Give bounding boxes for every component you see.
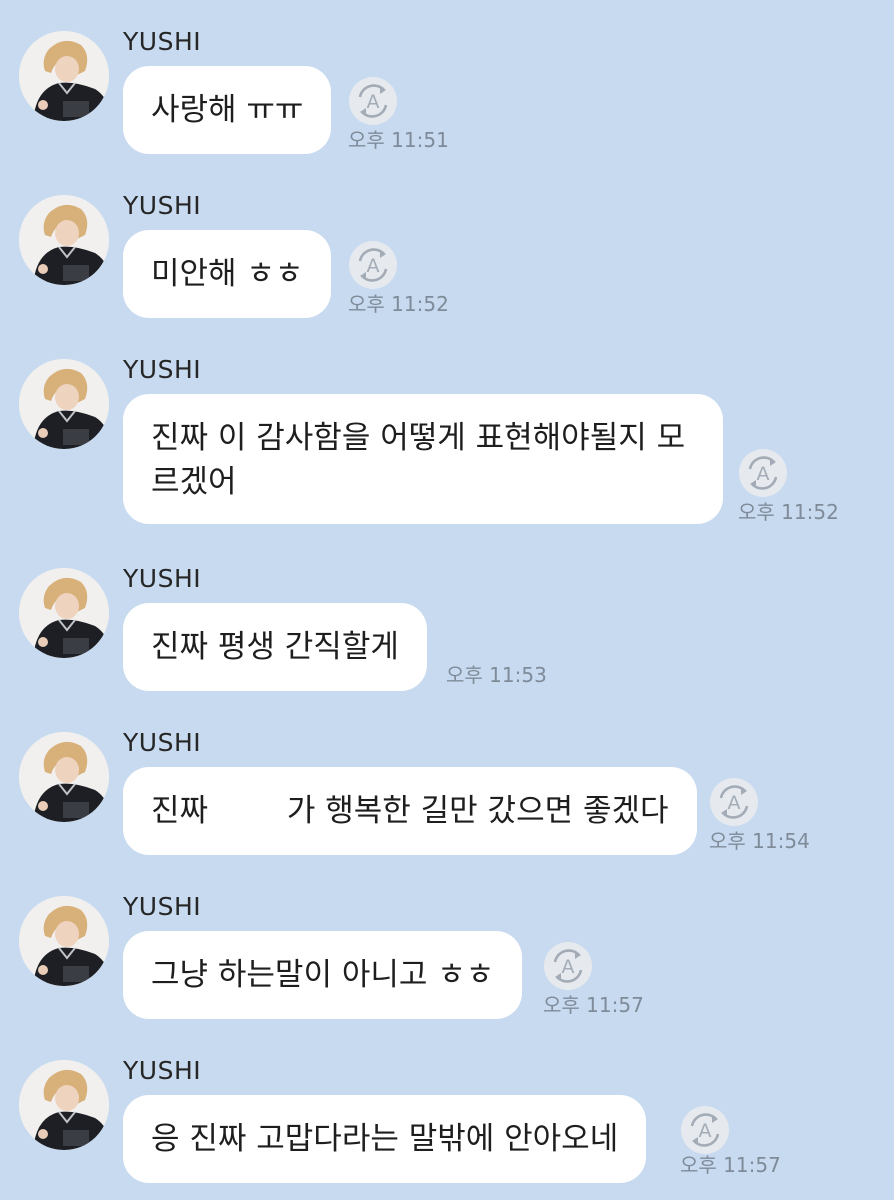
- message-bubble[interactable]: 그냥 하는말이 아니고 ㅎㅎ: [123, 931, 523, 1019]
- sender-name: YUSHI: [123, 191, 202, 220]
- chat-message: YUSHI 진짜 평생 간직할게 오후 11:53: [0, 537, 894, 697]
- chat-message: YUSHI 사랑해 ㅠㅠ A 오후 11:51: [0, 0, 894, 160]
- message-bubble[interactable]: 진짜 평생 간직할게: [123, 603, 427, 691]
- timestamp: 오후 11:51: [348, 128, 449, 152]
- avatar[interactable]: [19, 31, 109, 121]
- translate-icon[interactable]: A: [738, 448, 788, 498]
- sender-name: YUSHI: [123, 892, 202, 921]
- sender-name: YUSHI: [123, 728, 202, 757]
- translate-icon[interactable]: A: [348, 76, 398, 126]
- translate-icon[interactable]: A: [680, 1105, 730, 1155]
- svg-text:A: A: [699, 1120, 712, 1142]
- avatar[interactable]: [19, 568, 109, 658]
- avatar[interactable]: [19, 732, 109, 822]
- svg-text:A: A: [367, 255, 380, 277]
- timestamp: 오후 11:52: [348, 292, 449, 316]
- chat-message: YUSHI 진짜 가 행복한 길만 갔으면 좋겠다 A 오후 11:54: [0, 701, 894, 861]
- sender-name: YUSHI: [123, 1056, 202, 1085]
- chat-message: YUSHI 응 진짜 고맙다라는 말밖에 안아오네 A 오후 11:57: [0, 1029, 894, 1197]
- timestamp: 오후 11:54: [709, 829, 810, 853]
- message-bubble[interactable]: 진짜 이 감사함을 어떻게 표현해야될지 모 르겠어: [123, 394, 723, 524]
- svg-text:A: A: [728, 792, 741, 814]
- message-bubble[interactable]: 미안해 ㅎㅎ: [123, 230, 332, 318]
- translate-icon[interactable]: A: [709, 777, 759, 827]
- svg-text:A: A: [367, 91, 380, 113]
- timestamp: 오후 11:53: [446, 663, 547, 687]
- timestamp: 오후 11:57: [680, 1153, 781, 1177]
- translate-icon[interactable]: A: [348, 240, 398, 290]
- avatar[interactable]: [19, 359, 109, 449]
- timestamp: 오후 11:57: [543, 993, 644, 1017]
- translate-icon[interactable]: A: [543, 941, 593, 991]
- avatar[interactable]: [19, 195, 109, 285]
- message-bubble[interactable]: 응 진짜 고맙다라는 말밖에 안아오네: [123, 1095, 647, 1183]
- timestamp: 오후 11:52: [738, 500, 839, 524]
- svg-text:A: A: [757, 463, 770, 485]
- sender-name: YUSHI: [123, 564, 202, 593]
- avatar[interactable]: [19, 1060, 109, 1150]
- avatar[interactable]: [19, 896, 109, 986]
- sender-name: YUSHI: [123, 27, 202, 56]
- sender-name: YUSHI: [123, 355, 202, 384]
- message-bubble[interactable]: 사랑해 ㅠㅠ: [123, 66, 332, 154]
- svg-text:A: A: [562, 956, 575, 978]
- chat-message: YUSHI 미안해 ㅎㅎ A 오후 11:52: [0, 164, 894, 324]
- message-bubble[interactable]: 진짜 가 행복한 길만 갔으면 좋겠다: [123, 767, 697, 855]
- chat-message: YUSHI 진짜 이 감사함을 어떻게 표현해야될지 모 르겠어 A 오후 11…: [0, 328, 894, 538]
- chat-message: YUSHI 그냥 하는말이 아니고 ㅎㅎ A 오후 11:57: [0, 865, 894, 1025]
